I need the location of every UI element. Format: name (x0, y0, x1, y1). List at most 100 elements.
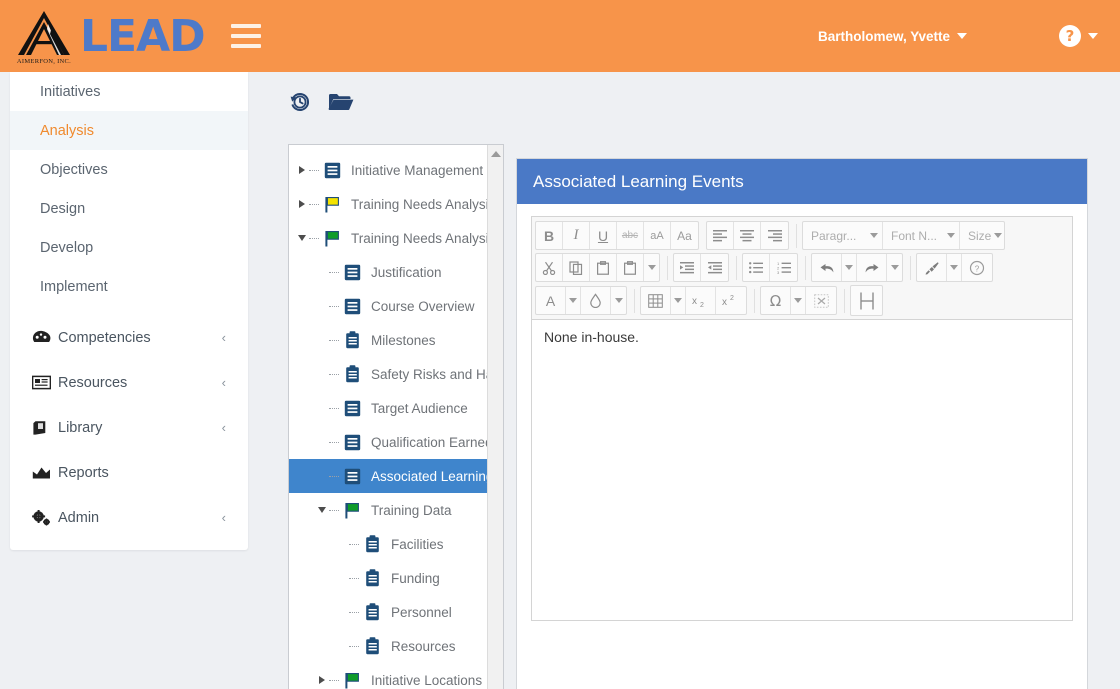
align-right-icon[interactable] (761, 222, 788, 249)
indent-group (673, 253, 729, 282)
history-clock-icon[interactable] (288, 90, 312, 114)
tree-node[interactable]: Training Needs Analysis (289, 187, 487, 221)
tree-node[interactable]: Training Data (289, 493, 487, 527)
text-color-icon[interactable]: A (536, 287, 566, 314)
background-color-dropdown-arrow-icon[interactable] (611, 287, 626, 314)
tree-node[interactable]: Safety Risks and Haz (289, 357, 487, 391)
content-toolbar (268, 72, 1120, 114)
sidebar-item-resources[interactable]: Resources ‹ (10, 360, 248, 405)
paste-dropdown-arrow-icon[interactable] (644, 254, 659, 281)
underline-icon[interactable]: U (590, 222, 617, 249)
align-left-icon[interactable] (707, 222, 734, 249)
tree-collapse-arrow-icon[interactable] (315, 507, 329, 513)
bulleted-list-icon[interactable] (743, 254, 770, 281)
tree-node-label: Justification (371, 264, 442, 280)
brand-logo[interactable]: AIMERFON, INC. LEAD (0, 8, 206, 66)
clipboard-icon (361, 603, 383, 621)
hamburger-icon[interactable] (230, 24, 261, 48)
page-break-icon[interactable] (851, 286, 882, 315)
italic-icon[interactable]: I (563, 222, 590, 249)
sidebar-item-implement[interactable]: Implement (10, 267, 248, 306)
sidebar-item-analysis[interactable]: Analysis (10, 111, 248, 150)
tree-node[interactable]: Target Audience (289, 391, 487, 425)
copy-icon[interactable] (563, 254, 590, 281)
tree-node[interactable]: Milestones (289, 323, 487, 357)
table-dropdown-arrow-icon[interactable] (671, 287, 686, 314)
help-menu-button[interactable]: ? (1059, 25, 1098, 47)
outdent-icon[interactable] (701, 254, 728, 281)
tree-connector-line (329, 373, 339, 375)
undo-dropdown-arrow-icon[interactable] (842, 254, 857, 281)
tree-node[interactable]: Initiative Management (289, 153, 487, 187)
tree-expand-arrow-icon[interactable] (315, 676, 329, 684)
sidebar-item-design[interactable]: Design (10, 189, 248, 228)
tree-node[interactable]: Facilities (289, 527, 487, 561)
help-icon[interactable]: ? (962, 254, 992, 281)
special-char-dropdown-arrow-icon[interactable] (791, 287, 806, 314)
paste-as-text-icon[interactable] (617, 254, 644, 281)
sidebar-item-label: Initiatives (40, 83, 101, 100)
sidebar-item-initiatives[interactable]: Initiatives (10, 72, 248, 111)
bold-icon[interactable]: B (536, 222, 563, 249)
tree-expand-arrow-icon[interactable] (295, 166, 309, 174)
sidebar-item-library[interactable]: Library ‹ (10, 405, 248, 450)
font-size-select[interactable]: Size (960, 222, 1004, 249)
toolbar-separator (844, 288, 845, 313)
align-center-icon[interactable] (734, 222, 761, 249)
chevron-left-icon: ‹ (221, 510, 226, 525)
maximize-icon[interactable] (806, 287, 836, 314)
open-folder-icon[interactable] (328, 91, 354, 113)
logo-wordmark-text: LEAD (80, 10, 206, 62)
numbered-list-icon[interactable]: 123 (770, 254, 797, 281)
tree-node[interactable]: Associated Learning E (289, 459, 503, 493)
tree-node[interactable]: Funding (289, 561, 487, 595)
increase-font-icon[interactable]: Aa (671, 222, 698, 249)
tree-connector-line (329, 679, 339, 681)
font-name-select[interactable]: Font N... (883, 222, 960, 249)
redo-icon[interactable] (857, 254, 887, 281)
tree-node-label: Funding (391, 570, 440, 586)
strikethrough-icon[interactable]: abc (617, 222, 644, 249)
toolbar-separator (634, 288, 635, 313)
tree-node[interactable]: Training Needs Analysis (289, 221, 487, 255)
superscript-icon[interactable]: x2 (716, 287, 746, 314)
tree-node[interactable]: Resources (289, 629, 487, 663)
paragraph-format-select[interactable]: Paragr... (803, 222, 883, 249)
redo-dropdown-arrow-icon[interactable] (887, 254, 902, 281)
tree-node[interactable]: Justification (289, 255, 487, 289)
tree-scrollbar[interactable] (487, 145, 503, 689)
tree-node[interactable]: Qualification Earned (289, 425, 487, 459)
indent-icon[interactable] (674, 254, 701, 281)
svg-text:?: ? (975, 264, 980, 273)
style-selects-group: Paragr... Font N... Size (802, 221, 1005, 250)
brush-dropdown-arrow-icon[interactable] (947, 254, 962, 281)
tree-collapse-arrow-icon[interactable] (295, 235, 309, 241)
table-icon[interactable] (641, 287, 671, 314)
sidebar-item-reports[interactable]: Reports (10, 450, 248, 495)
sidebar-item-label: Analysis (40, 122, 94, 139)
tree-node[interactable]: Initiative Locations (289, 663, 487, 689)
text-color-dropdown-arrow-icon[interactable] (566, 287, 581, 314)
sidebar-item-objectives[interactable]: Objectives (10, 150, 248, 189)
font-name-label: Font N... (891, 228, 938, 243)
paste-icon[interactable] (590, 254, 617, 281)
decrease-font-icon[interactable]: aA (644, 222, 671, 249)
toolbar-separator (667, 255, 668, 280)
sidebar-item-admin[interactable]: Admin ‹ (10, 495, 248, 540)
tree-connector-line (329, 407, 339, 409)
cut-icon[interactable] (536, 254, 563, 281)
background-color-icon[interactable] (581, 287, 611, 314)
tree-node[interactable]: Personnel (289, 595, 487, 629)
undo-icon[interactable] (812, 254, 842, 281)
tree-connector-line (349, 577, 359, 579)
tree-node[interactable]: Course Overview (289, 289, 487, 323)
format-brush-icon[interactable] (917, 254, 947, 281)
editor-content-area[interactable]: None in-house. (531, 319, 1073, 621)
scroll-up-arrow-icon[interactable] (488, 145, 503, 162)
sidebar-item-competencies[interactable]: Competencies ‹ (10, 315, 248, 360)
user-menu-button[interactable]: Bartholomew, Yvette (818, 29, 967, 44)
omega-special-char-icon[interactable]: Ω (761, 287, 791, 314)
subscript-icon[interactable]: x2 (686, 287, 716, 314)
sidebar-item-develop[interactable]: Develop (10, 228, 248, 267)
tree-expand-arrow-icon[interactable] (295, 200, 309, 208)
